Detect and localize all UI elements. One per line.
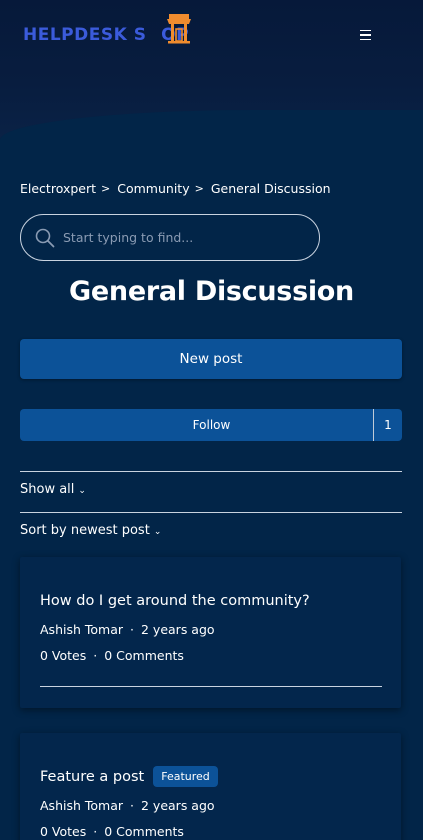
post-comments: 0 Comments	[104, 824, 184, 839]
chevron-down-icon: ⌄	[78, 486, 86, 496]
new-post-button[interactable]: New post	[20, 339, 402, 379]
post-meta: Ashish Tomar · 2 years ago	[40, 798, 215, 813]
post-title-link[interactable]: Feature a post	[40, 769, 144, 785]
featured-badge: Featured	[153, 766, 218, 787]
post-votes: 0 Votes	[40, 824, 87, 839]
post-time: 2 years ago	[141, 798, 215, 813]
post-card: How do I get around the community? Ashis…	[20, 557, 401, 708]
breadcrumb: Electroxpert > Community > General Discu…	[20, 181, 331, 196]
sort-label: Sort by newest post	[20, 523, 150, 538]
breadcrumb-electroxpert[interactable]: Electroxpert	[20, 181, 96, 196]
post-stats: 0 Votes · 0 Comments	[40, 824, 184, 839]
breadcrumb-separator: >	[101, 182, 111, 195]
search-input[interactable]	[63, 230, 293, 245]
search-icon	[35, 228, 55, 247]
post-title-link[interactable]: How do I get around the community?	[40, 593, 310, 609]
post-time: 2 years ago	[141, 622, 215, 637]
post-card: Feature a post Featured Ashish Tomar · 2 y…	[20, 733, 401, 840]
divider	[20, 471, 402, 472]
post-title-row: Feature a post Featured	[40, 766, 218, 787]
post-meta: Ashish Tomar · 2 years ago	[40, 622, 215, 637]
show-all-label: Show all	[20, 482, 75, 497]
divider	[20, 512, 402, 513]
card-divider	[40, 686, 382, 687]
post-stats: 0 Votes · 0 Comments	[40, 648, 184, 663]
show-all-dropdown[interactable]: Show all ⌄	[20, 482, 86, 497]
post-author: Ashish Tomar	[40, 798, 124, 813]
breadcrumb-general-discussion[interactable]: General Discussion	[211, 181, 331, 196]
post-author: Ashish Tomar	[40, 622, 124, 637]
chevron-down-icon: ⌄	[153, 527, 162, 537]
sort-dropdown[interactable]: Sort by newest post ⌄	[20, 523, 161, 538]
page-title: General Discussion	[69, 276, 354, 307]
logo-text-right-wrap: HOP	[146, 14, 192, 45]
logo-text-left: HELPDESK S	[23, 25, 147, 45]
search-box[interactable]	[20, 214, 320, 261]
hamburger-icon[interactable]	[357, 28, 375, 42]
follow-button[interactable]: Follow 1	[20, 409, 402, 441]
breadcrumb-separator: >	[194, 182, 204, 195]
follower-count: 1	[373, 409, 402, 441]
logo[interactable]: HELPDESK S HOP	[23, 14, 192, 51]
follow-label: Follow	[192, 418, 231, 432]
breadcrumb-community[interactable]: Community	[117, 181, 189, 196]
shop-icon	[167, 14, 192, 44]
post-comments: 0 Comments	[104, 648, 184, 663]
post-votes: 0 Votes	[40, 648, 87, 663]
